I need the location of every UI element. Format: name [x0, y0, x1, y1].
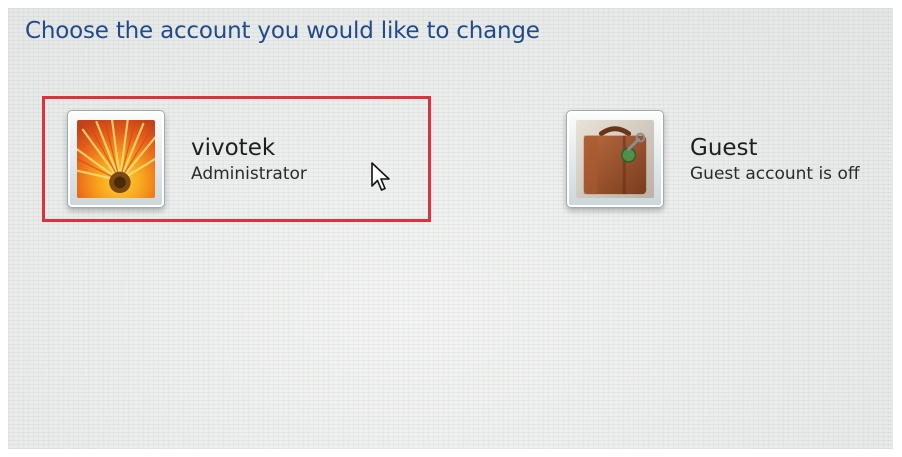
- flower-icon: [77, 120, 155, 198]
- control-panel-window: Choose the account you would like to cha…: [8, 8, 893, 449]
- mouse-cursor-icon: [371, 162, 390, 191]
- avatar: [67, 110, 165, 208]
- account-role: Guest account is off: [690, 164, 860, 184]
- account-name: Guest: [690, 135, 758, 161]
- page-title: Choose the account you would like to cha…: [25, 18, 540, 44]
- account-name: vivotek: [191, 135, 276, 161]
- account-tile-guest[interactable]: Guest Guest account is off: [566, 106, 886, 212]
- avatar: [566, 110, 664, 208]
- suitcase-icon: [576, 120, 654, 198]
- account-tile-vivotek[interactable]: vivotek Administrator: [42, 96, 431, 222]
- account-role: Administrator: [191, 164, 307, 184]
